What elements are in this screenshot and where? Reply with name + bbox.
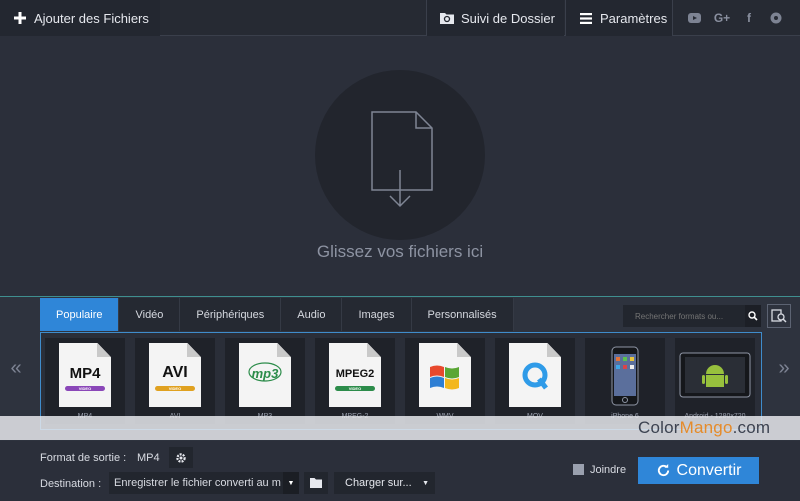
facebook-icon[interactable]: f xyxy=(736,0,762,36)
folder-watch-label: Suivi de Dossier xyxy=(461,10,555,26)
format-item-mp3[interactable]: mp3 MP3 xyxy=(225,338,305,424)
tab-devices[interactable]: Périphériques xyxy=(180,298,282,331)
watermark-part1: Color xyxy=(638,418,680,437)
mp4-badge: MP4 xyxy=(69,365,101,382)
plus-icon xyxy=(12,10,28,26)
device-detect-icon[interactable] xyxy=(767,304,791,328)
mp4-file-icon: MP4 VIDEO xyxy=(59,343,111,407)
upload-to-button[interactable]: Charger sur... ▼ xyxy=(334,472,435,494)
mpeg2-badge: MPEG2 xyxy=(335,368,375,380)
refresh-icon xyxy=(657,463,669,477)
format-item-mpeg2[interactable]: MPEG2 VIDEO MPEG-2 xyxy=(315,338,395,424)
google-plus-text: G+ xyxy=(713,11,731,25)
format-item-avi[interactable]: AVI VIDEO AVI xyxy=(135,338,215,424)
prev-formats-button[interactable]: « xyxy=(4,357,28,380)
gear-icon[interactable] xyxy=(169,447,193,468)
avi-badge: AVI xyxy=(162,364,188,381)
youtube-icon[interactable] xyxy=(681,0,707,36)
watermark-part2: Mango xyxy=(679,418,733,437)
tab-images[interactable]: Images xyxy=(342,298,412,331)
next-formats-button[interactable]: » xyxy=(772,357,796,380)
join-checkbox[interactable] xyxy=(573,464,584,475)
add-files-label: Ajouter des Fichiers xyxy=(34,10,149,26)
menu-icon xyxy=(578,10,594,26)
drop-zone-text: Glissez vos fichiers ici xyxy=(316,242,484,261)
destination-label: Destination : xyxy=(40,478,102,490)
mov-file-icon xyxy=(509,343,561,407)
convert-label: Convertir xyxy=(676,461,742,479)
file-drop-icon xyxy=(371,111,433,208)
join-label: Joindre xyxy=(590,464,627,476)
search-icon[interactable] xyxy=(745,305,761,327)
mp3-file-icon: mp3 xyxy=(239,343,291,407)
add-files-button[interactable]: Ajouter des Fichiers xyxy=(0,0,160,36)
format-search-input[interactable] xyxy=(623,305,745,327)
tab-video[interactable]: Vidéo xyxy=(119,298,181,331)
drop-zone[interactable] xyxy=(315,70,485,240)
avi-file-icon: AVI VIDEO xyxy=(149,343,201,407)
format-item-android[interactable]: Android - 1280x720 xyxy=(675,338,755,424)
mp4-sub: VIDEO xyxy=(65,386,105,391)
folder-sync-icon xyxy=(439,10,455,26)
tab-popular[interactable]: Populaire xyxy=(40,298,120,331)
watermark-part3: .com xyxy=(732,418,771,437)
destination-value: Enregistrer le fichier converti au m xyxy=(114,477,281,489)
wmv-file-icon xyxy=(419,343,471,407)
chevron-down-icon: ▼ xyxy=(422,479,429,487)
vk-icon[interactable] xyxy=(763,0,789,36)
windows-logo-icon xyxy=(430,365,459,390)
folder-icon[interactable] xyxy=(304,472,328,494)
convert-button[interactable]: Convertir xyxy=(638,457,759,484)
tab-audio[interactable]: Audio xyxy=(281,298,343,331)
settings-button[interactable]: Paramètres xyxy=(565,0,673,36)
format-item-mov[interactable]: MOV xyxy=(495,338,575,424)
format-tabs: Populaire Vidéo Périphériques Audio Imag… xyxy=(40,298,514,331)
top-toolbar: Ajouter des Fichiers Suivi de Dossier Pa… xyxy=(0,0,800,36)
facebook-text: f xyxy=(747,11,751,25)
watermark-text: ColorMango.com xyxy=(638,418,770,438)
google-plus-icon[interactable]: G+ xyxy=(709,0,735,36)
destination-select[interactable]: Enregistrer le fichier converti au m ▼ xyxy=(109,472,299,494)
settings-label: Paramètres xyxy=(600,10,668,26)
mpeg2-sub: VIDEO xyxy=(335,386,375,391)
chevron-down-icon: ▼ xyxy=(283,472,299,494)
folder-watch-button[interactable]: Suivi de Dossier xyxy=(426,0,564,36)
avi-sub: VIDEO xyxy=(155,386,195,391)
quicktime-logo-icon xyxy=(522,362,548,390)
output-format-value: MP4 xyxy=(137,452,160,464)
output-format-label: Format de sortie : xyxy=(40,452,127,464)
mpeg2-file-icon: MPEG2 VIDEO xyxy=(329,343,381,407)
format-item-mp4[interactable]: MP4 VIDEO MP4 xyxy=(45,338,125,424)
upload-label: Charger sur... xyxy=(345,477,412,489)
format-item-wmv[interactable]: WMV xyxy=(405,338,485,424)
format-item-iphone[interactable]: iPhone 6 xyxy=(585,338,665,424)
iphone-icon xyxy=(611,346,639,406)
tab-custom[interactable]: Personnalisés xyxy=(411,298,514,331)
android-tablet-icon xyxy=(679,352,751,398)
format-search xyxy=(623,305,761,327)
